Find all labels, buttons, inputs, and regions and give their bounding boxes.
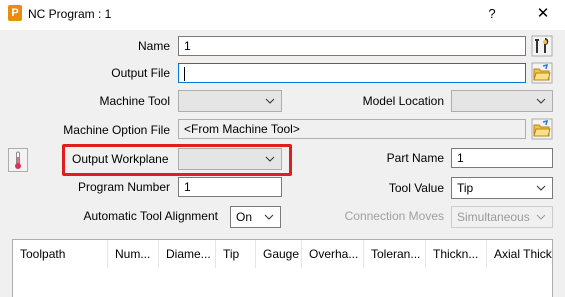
part-name-label: Part Name xyxy=(386,151,444,165)
column-header-gauge[interactable]: Gauge xyxy=(256,240,302,268)
close-button[interactable]: ✕ xyxy=(530,4,556,24)
column-header-toolpath[interactable]: Toolpath xyxy=(13,240,108,268)
machine-option-file-input[interactable]: <From Machine Tool> xyxy=(178,119,526,139)
chevron-down-icon xyxy=(536,214,546,220)
column-header-thickness[interactable]: Thickn... xyxy=(426,240,487,268)
open-folder-icon[interactable] xyxy=(531,62,553,84)
column-header-number[interactable]: Num... xyxy=(108,240,159,268)
machine-tool-label: Machine Tool xyxy=(99,94,171,108)
model-location-dropdown[interactable] xyxy=(451,90,553,112)
output-file-input[interactable] xyxy=(178,63,526,83)
open-folder-icon[interactable] xyxy=(531,118,553,140)
window-title: NC Program : 1 xyxy=(28,7,112,21)
program-number-label: Program Number xyxy=(77,180,170,194)
app-logo-icon: P xyxy=(8,5,22,21)
text-cursor xyxy=(184,66,185,81)
tool-value-value: Tip xyxy=(457,181,474,195)
thermometer-icon[interactable] xyxy=(8,148,28,172)
tool-value-dropdown[interactable]: Tip xyxy=(451,177,553,199)
highlight-box xyxy=(62,144,292,176)
chevron-down-icon xyxy=(536,185,546,191)
column-header-tip[interactable]: Tip xyxy=(216,240,256,268)
toolpath-table[interactable]: Toolpath Num... Diame... Tip Gauge Overh… xyxy=(12,239,553,297)
part-name-input[interactable]: 1 xyxy=(451,148,553,168)
chevron-down-icon xyxy=(265,98,275,104)
connection-moves-dropdown[interactable]: Simultaneous xyxy=(451,206,553,228)
auto-tool-alignment-label: Automatic Tool Alignment xyxy=(83,209,218,223)
tool-value-label: Tool Value xyxy=(388,181,444,195)
tool-wrench-icon[interactable] xyxy=(531,35,553,57)
auto-tool-alignment-value: On xyxy=(236,210,253,224)
machine-tool-dropdown[interactable] xyxy=(178,90,282,112)
column-header-diameter[interactable]: Diame... xyxy=(159,240,216,268)
chevron-down-icon xyxy=(264,214,274,220)
machine-option-file-label: Machine Option File xyxy=(63,123,170,137)
chevron-down-icon xyxy=(536,98,546,104)
program-number-input[interactable]: 1 xyxy=(178,177,282,197)
connection-moves-value: Simultaneous xyxy=(457,210,530,224)
name-label: Name xyxy=(137,39,170,53)
model-location-label: Model Location xyxy=(362,94,444,108)
column-header-tolerance[interactable]: Toleran... xyxy=(364,240,426,268)
help-button[interactable]: ? xyxy=(479,4,505,24)
column-header-axial-thickness[interactable]: Axial Thick xyxy=(487,240,554,268)
auto-tool-alignment-dropdown[interactable]: On xyxy=(230,206,281,228)
connection-moves-label: Connection Moves xyxy=(344,209,444,223)
name-input[interactable]: 1 xyxy=(178,36,526,56)
output-file-label: Output File xyxy=(111,66,170,80)
column-header-overhang[interactable]: Overha... xyxy=(302,240,364,268)
